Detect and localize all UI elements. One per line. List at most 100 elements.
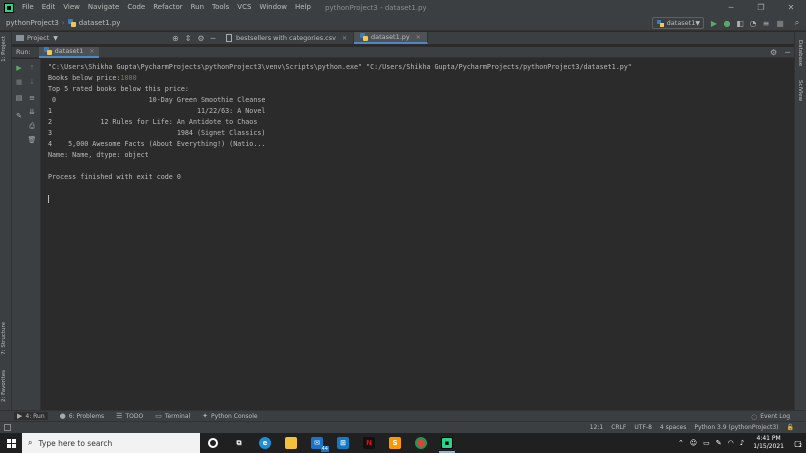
arrow-up-icon[interactable]: ↑ — [27, 63, 37, 73]
run-icon: ▶ — [17, 412, 23, 420]
tool-python-console[interactable]: ✦ Python Console — [202, 412, 257, 420]
tab-dataset1[interactable]: dataset1.py ✕ — [354, 32, 428, 44]
windows-logo-icon — [6, 438, 16, 448]
cortana-button[interactable] — [200, 433, 226, 453]
start-button[interactable] — [0, 433, 22, 453]
gear-icon[interactable]: ⚙ — [197, 34, 204, 43]
lock-icon[interactable]: 🔓 — [787, 424, 794, 431]
people-icon[interactable]: ☺ — [690, 439, 697, 447]
hide-icon[interactable]: ─ — [211, 34, 216, 43]
close-icon[interactable]: ✕ — [342, 35, 347, 42]
netflix-icon: N — [363, 437, 375, 449]
menu-tools[interactable]: Tools — [208, 0, 233, 15]
task-view-button[interactable]: ⧉ — [226, 433, 252, 453]
run-tab-dataset1[interactable]: dataset1 ✕ — [38, 46, 100, 58]
run-panel-label: Run: — [16, 48, 31, 56]
chevron-down-icon: ▼ — [695, 19, 700, 27]
chevron-up-icon[interactable]: ⌃ — [678, 439, 684, 447]
tool-problems[interactable]: ● 6: Problems — [60, 412, 105, 420]
csv-file-icon — [226, 34, 232, 42]
stop-icon[interactable]: ■ — [14, 77, 24, 87]
close-window-button[interactable]: ✕ — [776, 0, 806, 15]
chevron-down-icon[interactable]: ▼ — [53, 35, 58, 42]
console-output[interactable]: "C:\Users\Shikha Gupta\PycharmProjects\p… — [42, 59, 794, 410]
run-icon[interactable]: ▶ — [709, 18, 719, 28]
minimize-button[interactable]: ─ — [716, 0, 746, 15]
structure-tool-tab[interactable]: 7: Structure — [1, 322, 7, 355]
debug-icon[interactable]: ● — [722, 18, 732, 28]
tool-terminal[interactable]: ▭ Terminal — [155, 412, 190, 420]
menu-file[interactable]: File — [18, 0, 38, 15]
trash-icon[interactable]: 🗑 — [27, 135, 37, 145]
gear-icon[interactable]: ⚙ — [770, 48, 777, 57]
console-row: 3 1984 (Signet Classics) — [48, 129, 266, 137]
project-tool-tab[interactable]: 1: Project — [1, 36, 7, 62]
close-icon[interactable]: ✕ — [89, 48, 94, 55]
profile-icon[interactable]: ◔ — [748, 18, 758, 28]
python-file-icon — [43, 47, 52, 55]
menu-vcs[interactable]: VCS — [233, 0, 255, 15]
tool-problems-label: 6: Problems — [68, 412, 105, 420]
soft-wrap-icon[interactable]: ≡ — [27, 93, 37, 103]
breadcrumb-project[interactable]: pythonProject3 — [6, 19, 59, 27]
menu-window[interactable]: Window — [255, 0, 291, 15]
pen-icon[interactable]: ✎ — [716, 439, 722, 447]
coverage-icon[interactable]: ◧ — [735, 18, 745, 28]
tool-run[interactable]: ▶ 4: Run — [14, 412, 48, 420]
favorites-tool-tab[interactable]: 2: Favorites — [1, 370, 7, 402]
taskbar-file-explorer[interactable] — [278, 433, 304, 453]
menu-code[interactable]: Code — [123, 0, 149, 15]
volume-icon[interactable]: ♪ — [740, 439, 744, 447]
build-icon[interactable]: ≡ — [761, 18, 771, 28]
menu-view[interactable]: View — [59, 0, 84, 15]
notification-button[interactable]: ▢ 2 — [790, 433, 806, 453]
taskbar-sublime[interactable]: S — [382, 433, 408, 453]
menu-run[interactable]: Run — [187, 0, 208, 15]
menu-refactor[interactable]: Refactor — [149, 0, 186, 15]
taskbar-mail[interactable]: ✉ 44 — [304, 433, 330, 453]
battery-icon[interactable]: ▭ — [703, 439, 710, 447]
clock[interactable]: 4:41 PM 1/15/2021 — [753, 435, 784, 451]
indent-setting[interactable]: 4 spaces — [660, 424, 686, 431]
menu-edit[interactable]: Edit — [38, 0, 60, 15]
arrow-down-icon[interactable]: ↓ — [27, 77, 37, 87]
search-icon[interactable]: ⌕ — [792, 18, 802, 28]
tool-todo-label: TODO — [125, 412, 144, 420]
stop-icon[interactable]: ■ — [775, 18, 785, 28]
caret-position[interactable]: 12:1 — [590, 424, 603, 431]
sciview-tool-tab[interactable]: SciView — [797, 80, 803, 101]
system-tray: ⌃ ☺ ▭ ✎ ◠ ♪ 4:41 PM 1/15/2021 ▢ 2 — [675, 433, 806, 453]
wifi-icon[interactable]: ◠ — [728, 439, 734, 447]
locate-icon[interactable]: ⊕ — [172, 34, 179, 43]
run-config-dropdown[interactable]: dataset1 ▼ — [652, 17, 704, 29]
breadcrumb-file[interactable]: dataset1.py — [79, 19, 121, 27]
taskbar-netflix[interactable]: N — [356, 433, 382, 453]
project-view-selector[interactable]: Project — [27, 34, 49, 42]
taskbar-store[interactable]: ⊞ — [330, 433, 356, 453]
console-row: 0 10-Day Green Smoothie Cleanse — [48, 96, 266, 104]
database-tool-tab[interactable]: Database — [797, 40, 803, 66]
chrome-icon — [415, 437, 427, 449]
tool-run-label: 4: Run — [25, 412, 45, 420]
tab-bestsellers-csv[interactable]: bestsellers with categories.csv ✕ — [220, 32, 355, 44]
taskbar-edge[interactable]: e — [252, 433, 278, 453]
taskbar-search[interactable]: ⌕ Type here to search — [22, 433, 200, 453]
collapse-icon[interactable]: ⇕ — [185, 34, 192, 43]
taskbar-chrome[interactable] — [408, 433, 434, 453]
taskbar-pycharm[interactable]: ▪ — [434, 433, 460, 453]
menu-help[interactable]: Help — [291, 0, 315, 15]
maximize-button[interactable]: ❐ — [746, 0, 776, 15]
tool-todo[interactable]: ☰ TODO — [116, 412, 143, 420]
file-encoding[interactable]: UTF-8 — [634, 424, 652, 431]
panel-toggle-icon[interactable] — [4, 424, 11, 431]
layout-icon[interactable]: ▤ — [14, 93, 24, 103]
print-icon[interactable]: ⎙ — [27, 121, 37, 131]
hide-icon[interactable]: ─ — [785, 48, 790, 57]
rerun-icon[interactable]: ▶ — [14, 63, 24, 73]
menu-navigate[interactable]: Navigate — [84, 0, 123, 15]
line-separator[interactable]: CRLF — [611, 424, 626, 431]
python-interpreter[interactable]: Python 3.9 (pythonProject3) — [694, 424, 778, 431]
pin-icon[interactable]: ✎ — [14, 111, 24, 121]
scroll-to-end-icon[interactable]: ⇊ — [27, 107, 37, 117]
close-icon[interactable]: ✕ — [416, 34, 421, 41]
